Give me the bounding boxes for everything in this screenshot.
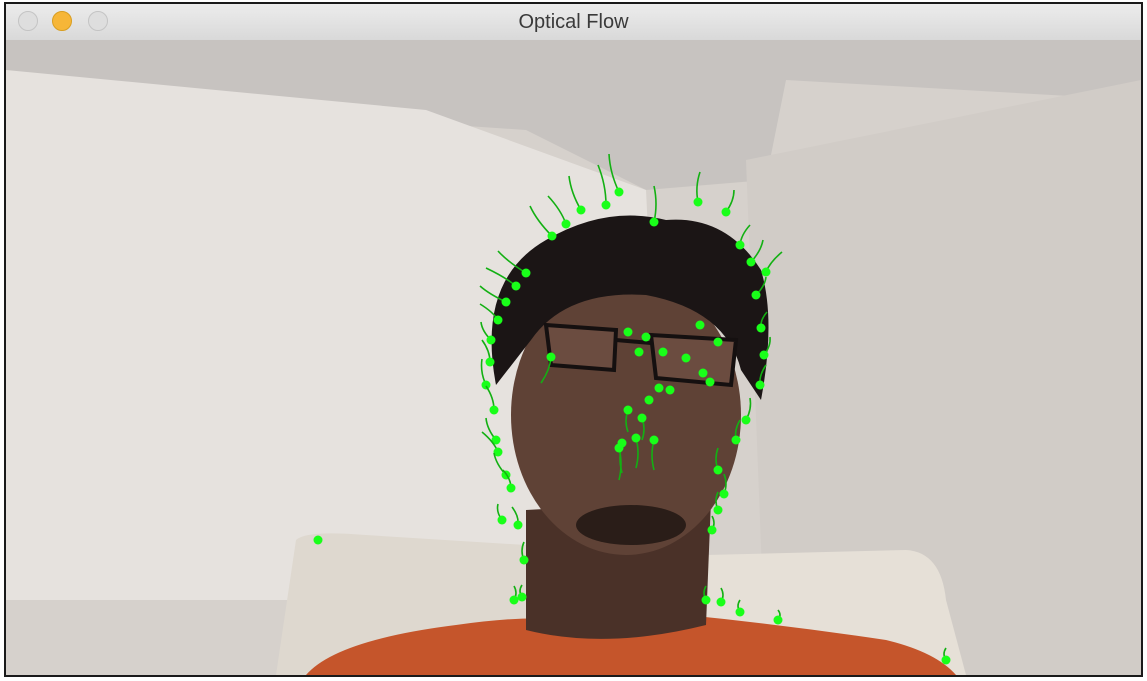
beard: [576, 505, 686, 545]
tracked-feature-point: [614, 443, 624, 453]
tracked-feature-point: [761, 267, 771, 277]
tracked-feature-point: [713, 337, 723, 347]
tracked-feature-point: [759, 350, 769, 360]
tracked-feature-point: [658, 347, 668, 357]
tracked-feature-point: [665, 385, 675, 395]
tracked-feature-point: [517, 592, 527, 602]
tracked-feature-point: [497, 515, 507, 525]
optical-flow-canvas: [6, 40, 1141, 675]
tracked-feature-point: [731, 435, 741, 445]
tracked-feature-point: [713, 465, 723, 475]
tracked-feature-point: [637, 413, 647, 423]
title-bar[interactable]: Optical Flow: [6, 4, 1141, 41]
tracked-feature-point: [644, 395, 654, 405]
tracked-feature-point: [561, 219, 571, 229]
tracked-feature-point: [521, 268, 531, 278]
tracked-feature-point: [941, 655, 951, 665]
tracked-feature-point: [614, 187, 624, 197]
tracked-feature-point: [741, 415, 751, 425]
tracked-feature-point: [489, 405, 499, 415]
tracked-feature-point: [509, 595, 519, 605]
tracked-feature-point: [654, 383, 664, 393]
tracked-feature-point: [713, 505, 723, 515]
tracked-feature-point: [513, 520, 523, 530]
tracked-feature-point: [755, 380, 765, 390]
tracked-feature-point: [485, 357, 495, 367]
tracked-feature-point: [631, 433, 641, 443]
tracked-feature-point: [519, 555, 529, 565]
tracked-feature-point: [698, 368, 708, 378]
tracked-feature-point: [719, 489, 729, 499]
tracked-feature-point: [546, 352, 556, 362]
tracked-feature-point: [634, 347, 644, 357]
tracked-feature-point: [547, 231, 557, 241]
tracked-feature-point: [481, 380, 491, 390]
tracked-feature-point: [493, 315, 503, 325]
tracked-feature-point: [701, 595, 711, 605]
tracked-feature-point: [649, 435, 659, 445]
app-window: Optical Flow: [4, 2, 1143, 677]
tracked-feature-point: [721, 207, 731, 217]
tracked-feature-point: [313, 535, 323, 545]
tracked-feature-point: [693, 197, 703, 207]
tracked-feature-point: [751, 290, 761, 300]
tracked-feature-point: [511, 281, 521, 291]
tracked-feature-point: [486, 335, 496, 345]
tracked-feature-point: [649, 217, 659, 227]
tracked-feature-point: [773, 615, 783, 625]
window-title: Optical Flow: [518, 11, 629, 33]
tracked-feature-point: [641, 332, 651, 342]
tracked-feature-point: [501, 297, 511, 307]
video-frame: [6, 40, 1141, 675]
tracked-feature-point: [601, 200, 611, 210]
tracked-feature-point: [623, 405, 633, 415]
tracked-feature-point: [695, 320, 705, 330]
tracked-feature-point: [506, 483, 516, 493]
tracked-feature-point: [705, 377, 715, 387]
tracked-feature-point: [735, 607, 745, 617]
tracked-feature-point: [681, 353, 691, 363]
tracked-feature-point: [623, 327, 633, 337]
tracked-feature-point: [576, 205, 586, 215]
tracked-feature-point: [746, 257, 756, 267]
tracked-feature-point: [735, 240, 745, 250]
tracked-feature-point: [716, 597, 726, 607]
tracked-feature-point: [756, 323, 766, 333]
tracked-feature-point: [707, 525, 717, 535]
